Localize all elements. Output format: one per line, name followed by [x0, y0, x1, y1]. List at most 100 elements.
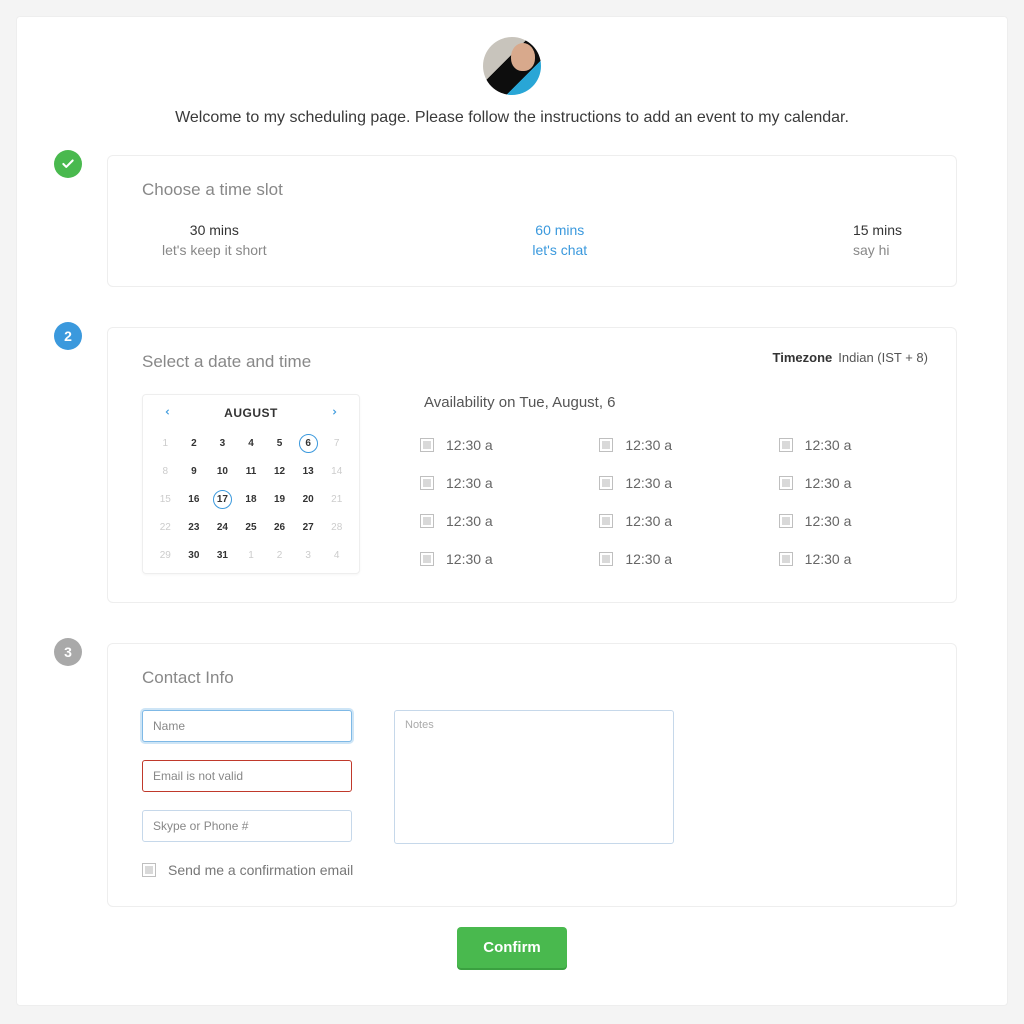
timezone-value: Indian (IST + 8) [838, 350, 928, 365]
scheduling-card: Welcome to my scheduling page. Please fo… [16, 16, 1008, 1006]
calendar-day[interactable]: 24 [208, 513, 237, 541]
time-label: 12:30 a [805, 437, 852, 453]
calendar-day[interactable]: 2 [180, 429, 209, 457]
availability-title: Availability on Tue, August, 6 [424, 394, 922, 411]
calendar-day[interactable]: 5 [265, 429, 294, 457]
time-option[interactable]: 12:30 a [420, 551, 563, 567]
time-label: 12:30 a [446, 551, 493, 567]
calendar: AUGUST 123456789101112131415161718192021… [142, 394, 360, 574]
time-checkbox[interactable] [420, 514, 434, 528]
timeslot-subtitle: say hi [853, 242, 902, 258]
calendar-day: 1 [151, 429, 180, 457]
confirm-button[interactable]: Confirm [457, 927, 567, 968]
time-option[interactable]: 12:30 a [420, 475, 563, 491]
time-checkbox[interactable] [420, 476, 434, 490]
step-1-badge-check [54, 150, 82, 178]
step-3-title: Contact Info [142, 668, 922, 688]
time-option[interactable]: 12:30 a [779, 551, 922, 567]
confirmation-checkbox[interactable] [142, 863, 156, 877]
time-option[interactable]: 12:30 a [599, 475, 742, 491]
time-label: 12:30 a [625, 475, 672, 491]
time-option[interactable]: 12:30 a [599, 437, 742, 453]
time-label: 12:30 a [625, 551, 672, 567]
calendar-day[interactable]: 3 [208, 429, 237, 457]
calendar-day[interactable]: 11 [237, 457, 266, 485]
calendar-day[interactable]: 23 [180, 513, 209, 541]
calendar-month: AUGUST [224, 406, 278, 420]
calendar-day[interactable]: 25 [237, 513, 266, 541]
calendar-day[interactable]: 9 [180, 457, 209, 485]
calendar-day[interactable]: 12 [265, 457, 294, 485]
email-input[interactable]: Email is not valid [142, 760, 352, 792]
time-checkbox[interactable] [599, 514, 613, 528]
calendar-day: 4 [322, 541, 351, 569]
timeslot-option[interactable]: 30 mins let's keep it short [162, 222, 267, 258]
time-option[interactable]: 12:30 a [420, 437, 563, 453]
timezone-label: Timezone [773, 350, 833, 365]
calendar-day: 29 [151, 541, 180, 569]
step-1-title: Choose a time slot [142, 180, 922, 200]
chevron-left-icon [163, 406, 172, 418]
timeslot-option[interactable]: 15 mins say hi [853, 222, 902, 258]
time-checkbox[interactable] [420, 438, 434, 452]
step-2-badge: 2 [54, 322, 82, 350]
calendar-day: 8 [151, 457, 180, 485]
timeslot-duration: 60 mins [532, 222, 587, 238]
calendar-day[interactable]: 30 [180, 541, 209, 569]
time-checkbox[interactable] [779, 438, 793, 452]
timezone-display[interactable]: Timezone Indian (IST + 8) [773, 350, 928, 365]
calendar-day: 15 [151, 485, 180, 513]
calendar-prev-button[interactable] [157, 405, 177, 421]
calendar-day[interactable]: 20 [294, 485, 323, 513]
step-3-contact: 3 Contact Info Name Email is not valid S… [107, 643, 957, 907]
calendar-day[interactable]: 16 [180, 485, 209, 513]
calendar-day[interactable]: 18 [237, 485, 266, 513]
calendar-day[interactable]: 31 [208, 541, 237, 569]
time-label: 12:30 a [446, 437, 493, 453]
calendar-day[interactable]: 19 [265, 485, 294, 513]
time-label: 12:30 a [805, 475, 852, 491]
time-option[interactable]: 12:30 a [779, 437, 922, 453]
time-option[interactable]: 12:30 a [599, 551, 742, 567]
timeslot-option[interactable]: 60 mins let's chat [532, 222, 587, 258]
time-label: 12:30 a [625, 513, 672, 529]
timeslot-subtitle: let's chat [532, 242, 587, 258]
calendar-day: 28 [322, 513, 351, 541]
timeslot-duration: 30 mins [162, 222, 267, 238]
time-option[interactable]: 12:30 a [599, 513, 742, 529]
time-checkbox[interactable] [599, 438, 613, 452]
phone-input[interactable]: Skype or Phone # [142, 810, 352, 842]
time-checkbox[interactable] [779, 476, 793, 490]
timeslot-duration: 15 mins [853, 222, 902, 238]
welcome-text: Welcome to my scheduling page. Please fo… [67, 109, 957, 127]
step-1-timeslot: Choose a time slot 30 mins let's keep it … [107, 155, 957, 287]
time-option[interactable]: 12:30 a [779, 513, 922, 529]
calendar-day[interactable]: 17 [208, 485, 237, 513]
calendar-day[interactable]: 27 [294, 513, 323, 541]
step-3-badge: 3 [54, 638, 82, 666]
calendar-next-button[interactable] [325, 405, 345, 421]
time-checkbox[interactable] [599, 476, 613, 490]
step-2-datetime: 2 Select a date and time TimezoneIndian … [107, 327, 957, 603]
notes-textarea[interactable]: Notes [394, 710, 674, 844]
time-label: 12:30 a [805, 551, 852, 567]
check-icon [61, 157, 75, 171]
calendar-day[interactable]: 26 [265, 513, 294, 541]
time-label: 12:30 a [446, 513, 493, 529]
time-option[interactable]: 12:30 a [420, 513, 563, 529]
time-checkbox[interactable] [779, 552, 793, 566]
time-label: 12:30 a [805, 513, 852, 529]
time-checkbox[interactable] [420, 552, 434, 566]
name-input[interactable]: Name [142, 710, 352, 742]
time-option[interactable]: 12:30 a [779, 475, 922, 491]
calendar-day: 1 [237, 541, 266, 569]
time-checkbox[interactable] [599, 552, 613, 566]
calendar-day: 14 [322, 457, 351, 485]
calendar-day[interactable]: 6 [294, 429, 323, 457]
calendar-day[interactable]: 13 [294, 457, 323, 485]
calendar-day[interactable]: 10 [208, 457, 237, 485]
chevron-right-icon [330, 406, 339, 418]
calendar-day[interactable]: 4 [237, 429, 266, 457]
timeslot-subtitle: let's keep it short [162, 242, 267, 258]
time-checkbox[interactable] [779, 514, 793, 528]
